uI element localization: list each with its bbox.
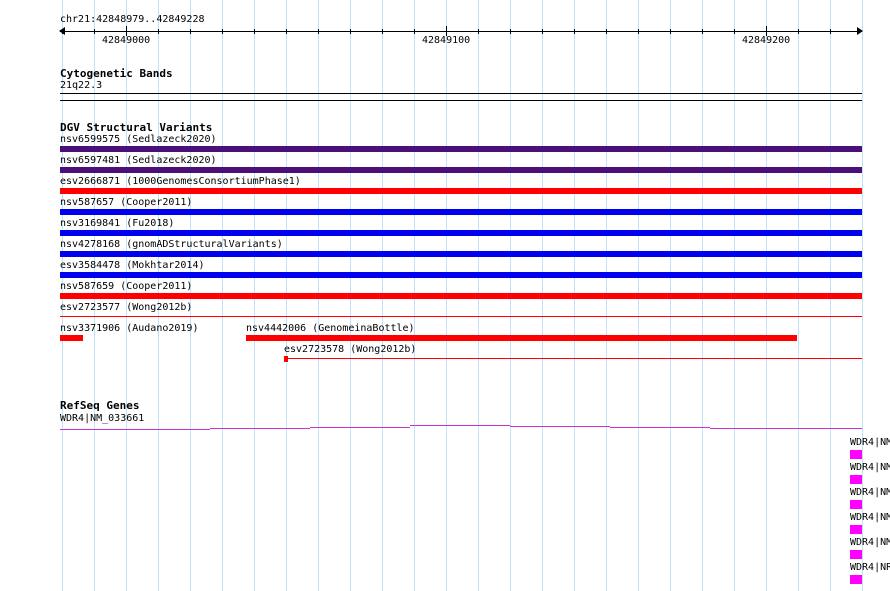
ruler-tick <box>62 29 63 34</box>
ruler-tick <box>510 29 511 34</box>
ruler-tick <box>222 29 223 34</box>
cytoband-bar[interactable] <box>60 100 862 101</box>
variant-label: nsv4278168 (gnomADStructuralVariants) <box>60 239 283 250</box>
gene-isoform-label: WDR4|NM <box>850 487 890 498</box>
gene-line-segment <box>610 427 710 428</box>
variant-label: nsv3169841 (Fu2018) <box>60 218 175 229</box>
gene-isoform-exon[interactable] <box>850 450 862 459</box>
cytoband-track-title[interactable]: Cytogenetic Bands <box>60 68 173 80</box>
gene-line-segment <box>60 429 210 430</box>
ruler-tick <box>798 29 799 34</box>
gene-isoform-exon[interactable] <box>850 575 862 584</box>
gene-label: WDR4|NM_033661 <box>60 413 145 424</box>
variant-bar[interactable] <box>60 316 862 317</box>
ruler-tick <box>670 29 671 34</box>
variant-label: nsv587659 (Cooper2011) <box>60 281 193 292</box>
ruler-label: 42849200 <box>742 35 791 46</box>
ruler-tick <box>606 29 607 34</box>
gene-isoform-label: WDR4|NR <box>850 562 890 573</box>
variant-bar[interactable] <box>284 356 288 362</box>
gene-isoform-label: WDR4|NM <box>850 462 890 473</box>
location-label: chr21:42848979..42849228 <box>60 14 205 25</box>
ruler-tick <box>414 29 415 34</box>
variant-bar[interactable] <box>60 167 862 173</box>
variant-bar[interactable] <box>60 272 862 278</box>
variant-bar[interactable] <box>246 335 797 341</box>
gene-line-segment <box>210 428 310 429</box>
ruler-tick <box>638 29 639 34</box>
ruler-tick <box>350 29 351 34</box>
gene-line-segment <box>410 425 510 426</box>
ruler-tick <box>478 29 479 34</box>
ruler-tick <box>286 29 287 34</box>
ruler-label: 42849000 <box>102 35 151 46</box>
gene-isoform-label: WDR4|NM <box>850 437 890 448</box>
ruler-tick <box>702 29 703 34</box>
dgv-track-title[interactable]: DGV Structural Variants <box>60 122 212 134</box>
gene-isoform-label: WDR4|NM <box>850 512 890 523</box>
gene-line-segment <box>310 427 410 428</box>
ruler-tick <box>542 29 543 34</box>
ruler-tick <box>734 29 735 34</box>
refseq-track-title[interactable]: RefSeq Genes <box>60 400 139 412</box>
variant-label: esv2723578 (Wong2012b) <box>284 344 417 355</box>
variant-bar[interactable] <box>60 230 862 236</box>
variant-label: nsv587657 (Cooper2011) <box>60 197 193 208</box>
gene-isoform-label: WDR4|NM <box>850 537 890 548</box>
variant-label: esv2723577 (Wong2012b) <box>60 302 193 313</box>
grid-line <box>862 0 863 591</box>
variant-label: nsv3371906 (Audano2019) <box>60 323 199 334</box>
ruler-tick <box>94 29 95 34</box>
gene-line-segment <box>710 428 862 429</box>
variant-bar[interactable] <box>60 188 862 194</box>
variant-bar[interactable] <box>60 146 862 152</box>
gene-isoform-exon[interactable] <box>850 525 862 534</box>
variant-label: esv2666871 (1000GenomesConsortiumPhase1) <box>60 176 301 187</box>
ruler-axis <box>60 31 862 32</box>
gene-isoform-exon[interactable] <box>850 550 862 559</box>
variant-bar[interactable] <box>60 251 862 257</box>
variant-bar[interactable] <box>60 209 862 215</box>
ruler-tick <box>830 29 831 34</box>
ruler-tick <box>158 29 159 34</box>
variant-bar[interactable] <box>60 335 83 341</box>
cytoband-label: 21q22.3 <box>60 80 103 91</box>
ruler-tick <box>190 29 191 34</box>
variant-bar[interactable] <box>284 358 862 359</box>
variant-label: nsv4442006 (GenomeinaBottle) <box>246 323 415 334</box>
gene-isoform-exon[interactable] <box>850 475 862 484</box>
cytoband-bar[interactable] <box>60 93 862 94</box>
gene-isoform-exon[interactable] <box>850 500 862 509</box>
ruler-tick <box>574 29 575 34</box>
ruler-label: 42849100 <box>422 35 471 46</box>
variant-label: nsv6597481 (Sedlazeck2020) <box>60 155 217 166</box>
variant-label: nsv6599575 (Sedlazeck2020) <box>60 134 217 145</box>
gene-line-segment <box>510 426 610 427</box>
variant-label: esv3584478 (Mokhtar2014) <box>60 260 205 271</box>
ruler-tick <box>318 29 319 34</box>
ruler-tick <box>382 29 383 34</box>
ruler-tick <box>254 29 255 34</box>
ruler-right-arrow-icon <box>857 27 863 35</box>
variant-bar[interactable] <box>60 293 862 299</box>
